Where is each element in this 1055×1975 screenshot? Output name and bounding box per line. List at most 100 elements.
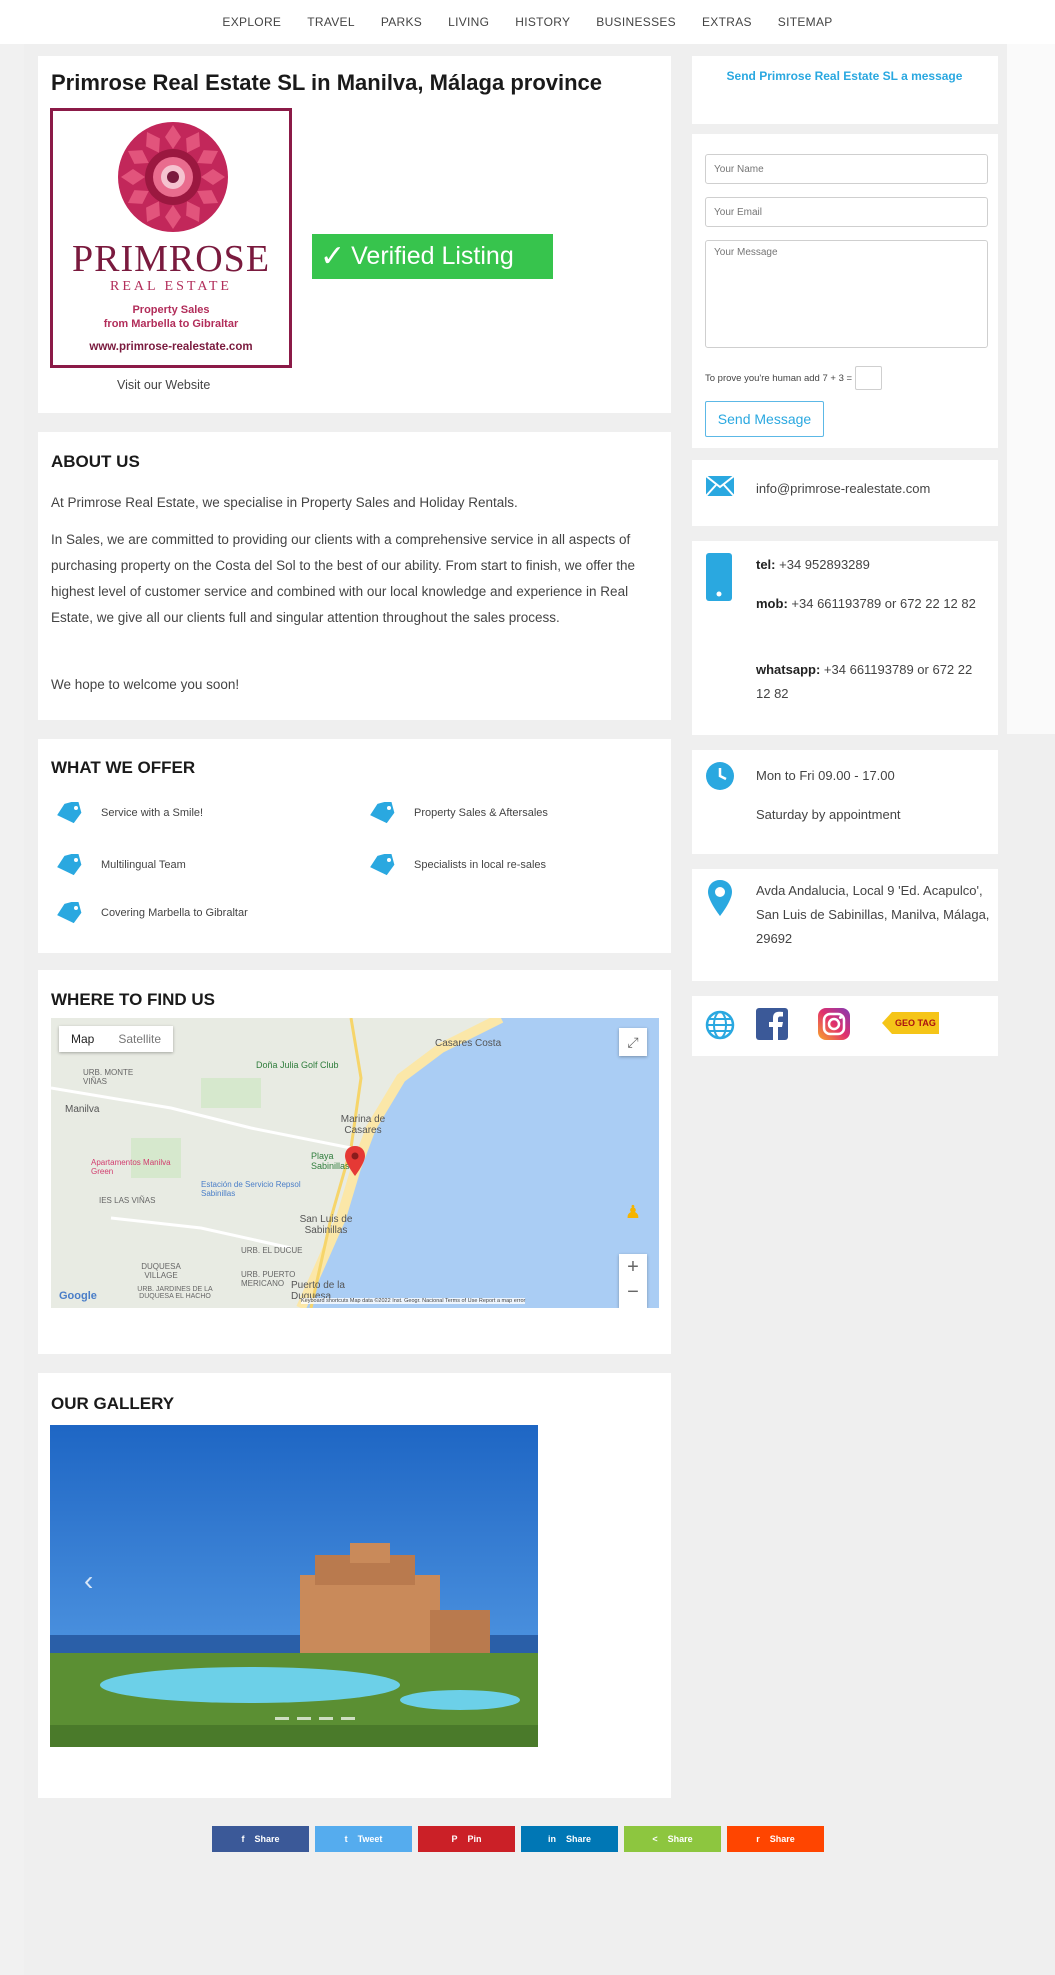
company-logo[interactable]: PRIMROSE REAL ESTATE Property Sales from… [50, 108, 292, 368]
gallery-heading: OUR GALLERY [51, 1394, 175, 1413]
share-pinterest-button[interactable]: P Pin [418, 1826, 515, 1852]
nav-history[interactable]: HISTORY [502, 15, 583, 29]
offer-item: Specialists in local re-sales [368, 854, 546, 876]
nav-living[interactable]: LIVING [435, 15, 502, 29]
tag-icon [57, 902, 82, 924]
share-label: Tweet [357, 1834, 383, 1844]
map-label: Estación de Servicio Repsol Sabinillas [201, 1180, 301, 1198]
message-textarea[interactable] [705, 240, 988, 348]
share-linkedin-button[interactable]: in Share [521, 1826, 618, 1852]
send-message-button[interactable]: Send Message [705, 401, 824, 437]
map-attribution[interactable]: Keyboard shortcuts Map data ©2022 Inst. … [301, 1298, 526, 1304]
share-facebook-button[interactable]: f Share [212, 1826, 309, 1852]
fullscreen-icon[interactable]: ⤢ [619, 1028, 647, 1056]
mob-label: mob: [756, 596, 788, 611]
linkedin-icon: in [547, 1834, 556, 1844]
nav-explore[interactable]: EXPLORE [209, 15, 294, 29]
captcha-input[interactable] [855, 366, 883, 390]
clock-icon [706, 762, 734, 790]
envelope-icon [706, 476, 734, 496]
pinterest-icon: P [451, 1834, 458, 1844]
contact-form-heading: Send Primrose Real Estate SL a message [726, 69, 963, 83]
tel-label: tel: [756, 557, 776, 572]
nav-extras[interactable]: EXTRAS [689, 15, 765, 29]
reddit-icon: r [756, 1834, 760, 1844]
zoom-in-button[interactable]: + [619, 1254, 647, 1281]
offer-item-label: Multilingual Team [101, 859, 186, 871]
twitter-icon: t [344, 1834, 348, 1844]
map-label: URB. MONTE VIÑAS [83, 1068, 134, 1086]
offer-item: Service with a Smile! [55, 802, 203, 824]
share-generic-button[interactable]: < Share [624, 1826, 721, 1852]
location-map[interactable]: Map Satellite ⤢ Casares Costa Doña Julia… [51, 1018, 659, 1308]
share-reddit-button[interactable]: r Share [727, 1826, 824, 1852]
satellite-tab[interactable]: Satellite [106, 1026, 173, 1052]
gallery-dot[interactable] [297, 1717, 311, 1720]
map-tab[interactable]: Map [59, 1026, 106, 1052]
share-twitter-button[interactable]: t Tweet [315, 1826, 412, 1852]
hours-line-2: Saturday by appointment [756, 807, 901, 822]
email-input[interactable] [705, 197, 988, 227]
gallery-dot[interactable] [319, 1717, 333, 1720]
mob-value: +34 661193789 or 672 22 12 82 [791, 596, 976, 611]
email-link[interactable]: info@primrose-realestate.com [756, 481, 930, 496]
mob-line: mob: +34 661193789 or 672 22 12 82 [756, 592, 986, 616]
map-label: Manilva [65, 1104, 100, 1115]
map-label: Apartamentos Manilva Green [91, 1158, 171, 1176]
map-label: URB. JARDINES DE LA DUQUESA EL HACHO [137, 1286, 213, 1300]
offer-item-label: Service with a Smile! [101, 807, 204, 819]
geotag-label: GEO TAG [892, 1012, 939, 1034]
verified-badge: ✓ Verified Listing [312, 234, 553, 279]
gallery-dots [275, 1717, 355, 1720]
zoom-out-button[interactable]: − [619, 1281, 647, 1308]
share-label: Share [667, 1834, 693, 1844]
offer-item-label: Property Sales & Aftersales [414, 807, 548, 819]
captcha-row: To prove you're human add 7 + 3 = [705, 366, 883, 390]
about-paragraph-1: At Primrose Real Estate, we specialise i… [51, 495, 518, 510]
captcha-label: To prove you're human add 7 + 3 = [705, 372, 853, 384]
offer-item: Multilingual Team [55, 854, 186, 876]
resort-photo [50, 1425, 538, 1747]
nav-travel[interactable]: TRAVEL [294, 15, 368, 29]
top-navigation: EXPLORE TRAVEL PARKS LIVING HISTORY BUSI… [0, 0, 1055, 44]
nav-sitemap[interactable]: SITEMAP [765, 15, 846, 29]
nav-businesses[interactable]: BUSINESSES [583, 15, 689, 29]
nav-parks[interactable]: PARKS [368, 15, 435, 29]
offer-item: Property Sales & Aftersales [368, 802, 548, 824]
map-label: San Luis de Sabinillas [299, 1214, 353, 1236]
address-text: Avda Andalucia, Local 9 'Ed. Acapulco', … [756, 883, 990, 946]
location-pin-icon[interactable] [345, 1146, 365, 1176]
globe-icon[interactable] [705, 1010, 735, 1040]
geotag-badge[interactable]: GEO TAG [882, 1012, 939, 1034]
tel-link[interactable]: +34 952893289 [779, 557, 870, 572]
whatsapp-label: whatsapp: [756, 662, 821, 677]
gallery-prev-button[interactable]: ‹ [84, 1565, 93, 1597]
whatsapp-line: whatsapp: +34 661193789 or 672 22 12 82 [756, 658, 986, 706]
name-input[interactable] [705, 154, 988, 184]
map-label: Marina de Casares [340, 1114, 386, 1136]
instagram-icon[interactable] [818, 1008, 850, 1040]
about-paragraph-2: In Sales, we are committed to providing … [51, 532, 636, 625]
gallery-dot[interactable] [275, 1717, 289, 1720]
gallery-image[interactable]: ‹ [50, 1425, 538, 1747]
zoom-control: + − [619, 1254, 647, 1308]
phone-icon [706, 553, 732, 601]
pegman-icon[interactable]: ♟ [621, 1202, 645, 1230]
verified-label: Verified Listing [351, 242, 514, 270]
map-label: DUQUESA VILLAGE [141, 1262, 181, 1280]
map-pin-icon [708, 880, 732, 916]
facebook-icon: f [241, 1834, 245, 1844]
map-label: Doña Julia Golf Club [256, 1060, 339, 1070]
facebook-icon[interactable] [756, 1008, 788, 1040]
map-type-switch: Map Satellite [59, 1026, 174, 1052]
tel-line: tel: +34 952893289 [756, 553, 870, 577]
map-label: Casares Costa [435, 1038, 502, 1049]
visit-website-link[interactable]: Visit our Website [117, 378, 210, 392]
offer-heading: WHAT WE OFFER [51, 758, 196, 777]
gallery-dot[interactable] [341, 1717, 355, 1720]
page-title: Primrose Real Estate SL in Manilva, Mála… [51, 70, 603, 95]
hours-line-1: Mon to Fri 09.00 - 17.00 [756, 768, 895, 783]
share-label: Share [254, 1834, 280, 1844]
logo-brand: PRIMROSE [71, 238, 271, 280]
checkmark-icon: ✓ [320, 240, 346, 273]
